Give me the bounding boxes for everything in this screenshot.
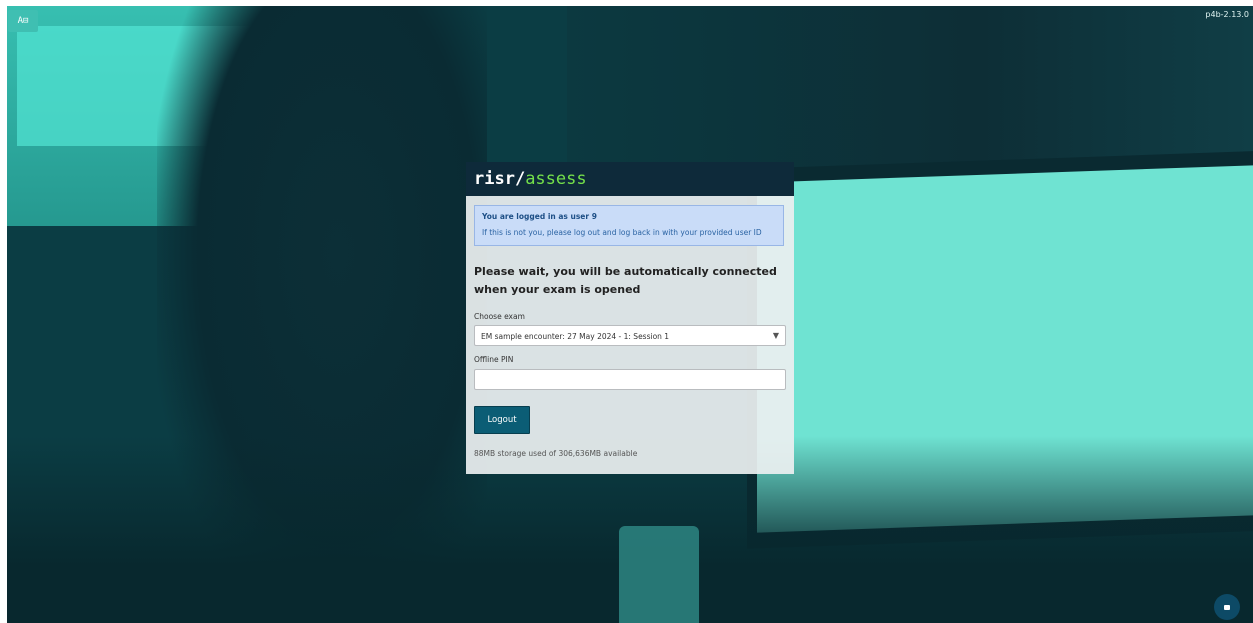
choose-exam-label: Choose exam xyxy=(474,312,525,321)
wait-message: Please wait, you will be automatically c… xyxy=(474,265,777,296)
storage-info: 88MB storage used of 306,636MB available xyxy=(474,449,638,458)
login-panel: risr/assess You are logged in as user 9 … xyxy=(466,162,794,474)
chat-bubble-icon xyxy=(1224,604,1230,610)
logout-button[interactable]: Logout xyxy=(474,406,530,434)
exam-select-value: EM sample encounter: 27 May 2024 - 1: Se… xyxy=(481,332,670,341)
language-toggle-icon[interactable]: A⊟ xyxy=(8,10,38,32)
chevron-down-icon: ▼ xyxy=(772,331,779,340)
logged-in-alert: You are logged in as user 9 If this is n… xyxy=(474,205,784,246)
background-dark-area xyxy=(567,6,1253,176)
alert-text: If this is not you, please log out and l… xyxy=(482,228,762,237)
offline-pin-input[interactable] xyxy=(474,369,786,390)
version-label: p4b-2.13.0 xyxy=(1205,10,1249,19)
logo-part-assess: assess xyxy=(525,169,587,189)
logo-part-risr: risr/ xyxy=(474,169,526,189)
offline-pin-label: Offline PIN xyxy=(474,355,514,364)
exam-select[interactable]: EM sample encounter: 27 May 2024 - 1: Se… xyxy=(474,325,786,346)
panel-header: risr/assess xyxy=(466,162,794,196)
alert-title: You are logged in as user 9 xyxy=(482,212,597,221)
background-cup xyxy=(619,526,699,623)
chat-button[interactable] xyxy=(1214,594,1240,620)
